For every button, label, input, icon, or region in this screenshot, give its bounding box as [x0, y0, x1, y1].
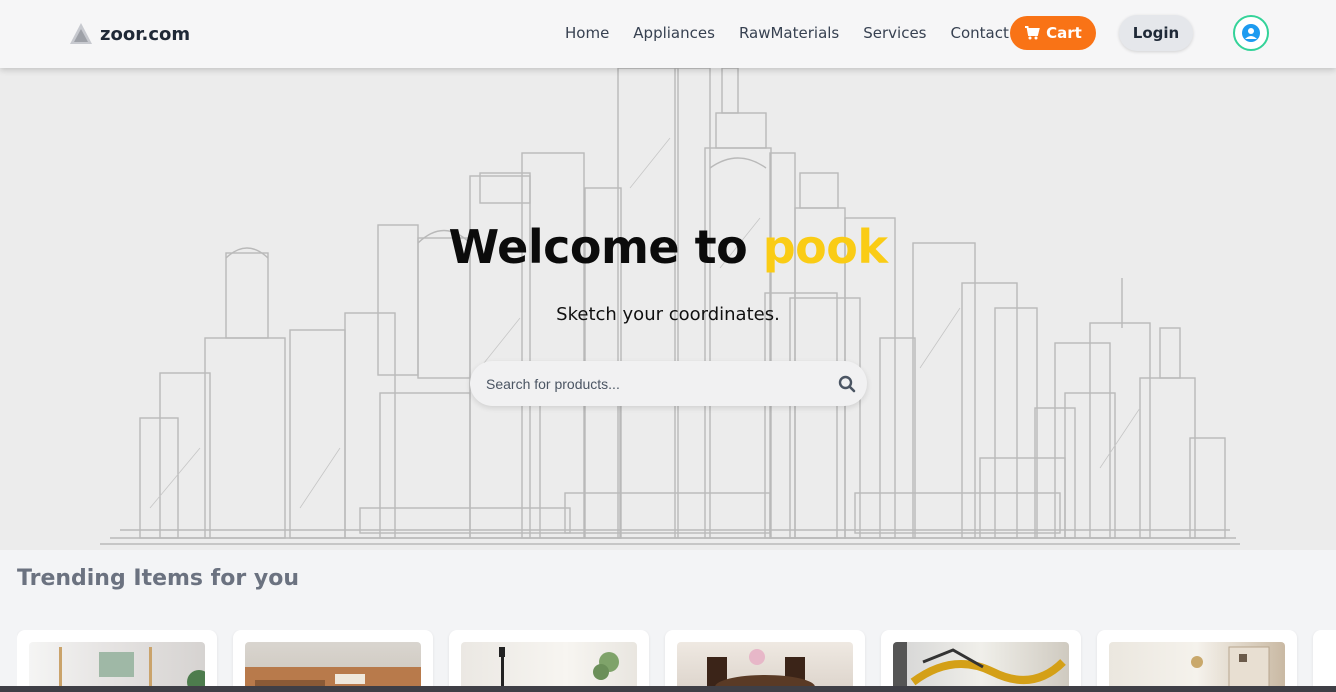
- trending-items-list: [17, 630, 1336, 692]
- trending-item-card[interactable]: [17, 630, 217, 692]
- nav-link-services[interactable]: Services: [863, 24, 926, 42]
- bottom-scrollbar: [0, 686, 1336, 692]
- product-image: [893, 642, 1069, 692]
- brand-link[interactable]: zoor.com: [68, 21, 190, 47]
- product-image: [461, 642, 637, 692]
- nav-link-appliances[interactable]: Appliances: [633, 24, 715, 42]
- cart-icon: [1025, 26, 1040, 40]
- trending-item-card[interactable]: [1097, 630, 1297, 692]
- login-button[interactable]: Login: [1119, 15, 1193, 51]
- trending-item-card[interactable]: [665, 630, 865, 692]
- product-image: [29, 642, 205, 692]
- hero-subtitle: Sketch your coordinates.: [556, 304, 780, 325]
- nav-links: Home Appliances RawMaterials Services Co…: [565, 24, 1033, 42]
- product-image: [1109, 642, 1285, 692]
- top-navbar: zoor.com Home Appliances RawMaterials Se…: [0, 0, 1336, 68]
- search-icon[interactable]: [838, 375, 856, 393]
- trending-item-card[interactable]: [881, 630, 1081, 692]
- nav-link-contact[interactable]: Contact: [951, 24, 1009, 42]
- nav-link-rawmaterials[interactable]: RawMaterials: [739, 24, 839, 42]
- nav-link-home[interactable]: Home: [565, 24, 609, 42]
- brand-name: zoor.com: [100, 23, 191, 45]
- cart-button[interactable]: Cart: [1010, 16, 1096, 50]
- trending-section-title: Trending Items for you: [17, 566, 299, 591]
- avatar[interactable]: [1233, 15, 1269, 51]
- trending-item-card[interactable]: [1313, 630, 1336, 692]
- search-input[interactable]: [486, 361, 826, 406]
- trending-item-card[interactable]: [449, 630, 649, 692]
- product-image: [677, 642, 853, 692]
- trending-item-card[interactable]: [233, 630, 433, 692]
- product-image: [245, 642, 421, 692]
- hero-title-highlight: pook: [762, 220, 888, 274]
- hero-title-prefix: Welcome to: [448, 220, 763, 274]
- hero-title: Welcome to pook: [0, 220, 1336, 274]
- cart-label: Cart: [1046, 24, 1082, 42]
- search-box: [470, 361, 867, 406]
- brand-logo-icon: [70, 23, 92, 44]
- user-avatar-icon: [1242, 24, 1260, 42]
- hero-section: Welcome to pook Sketch your coordinates.: [0, 68, 1336, 550]
